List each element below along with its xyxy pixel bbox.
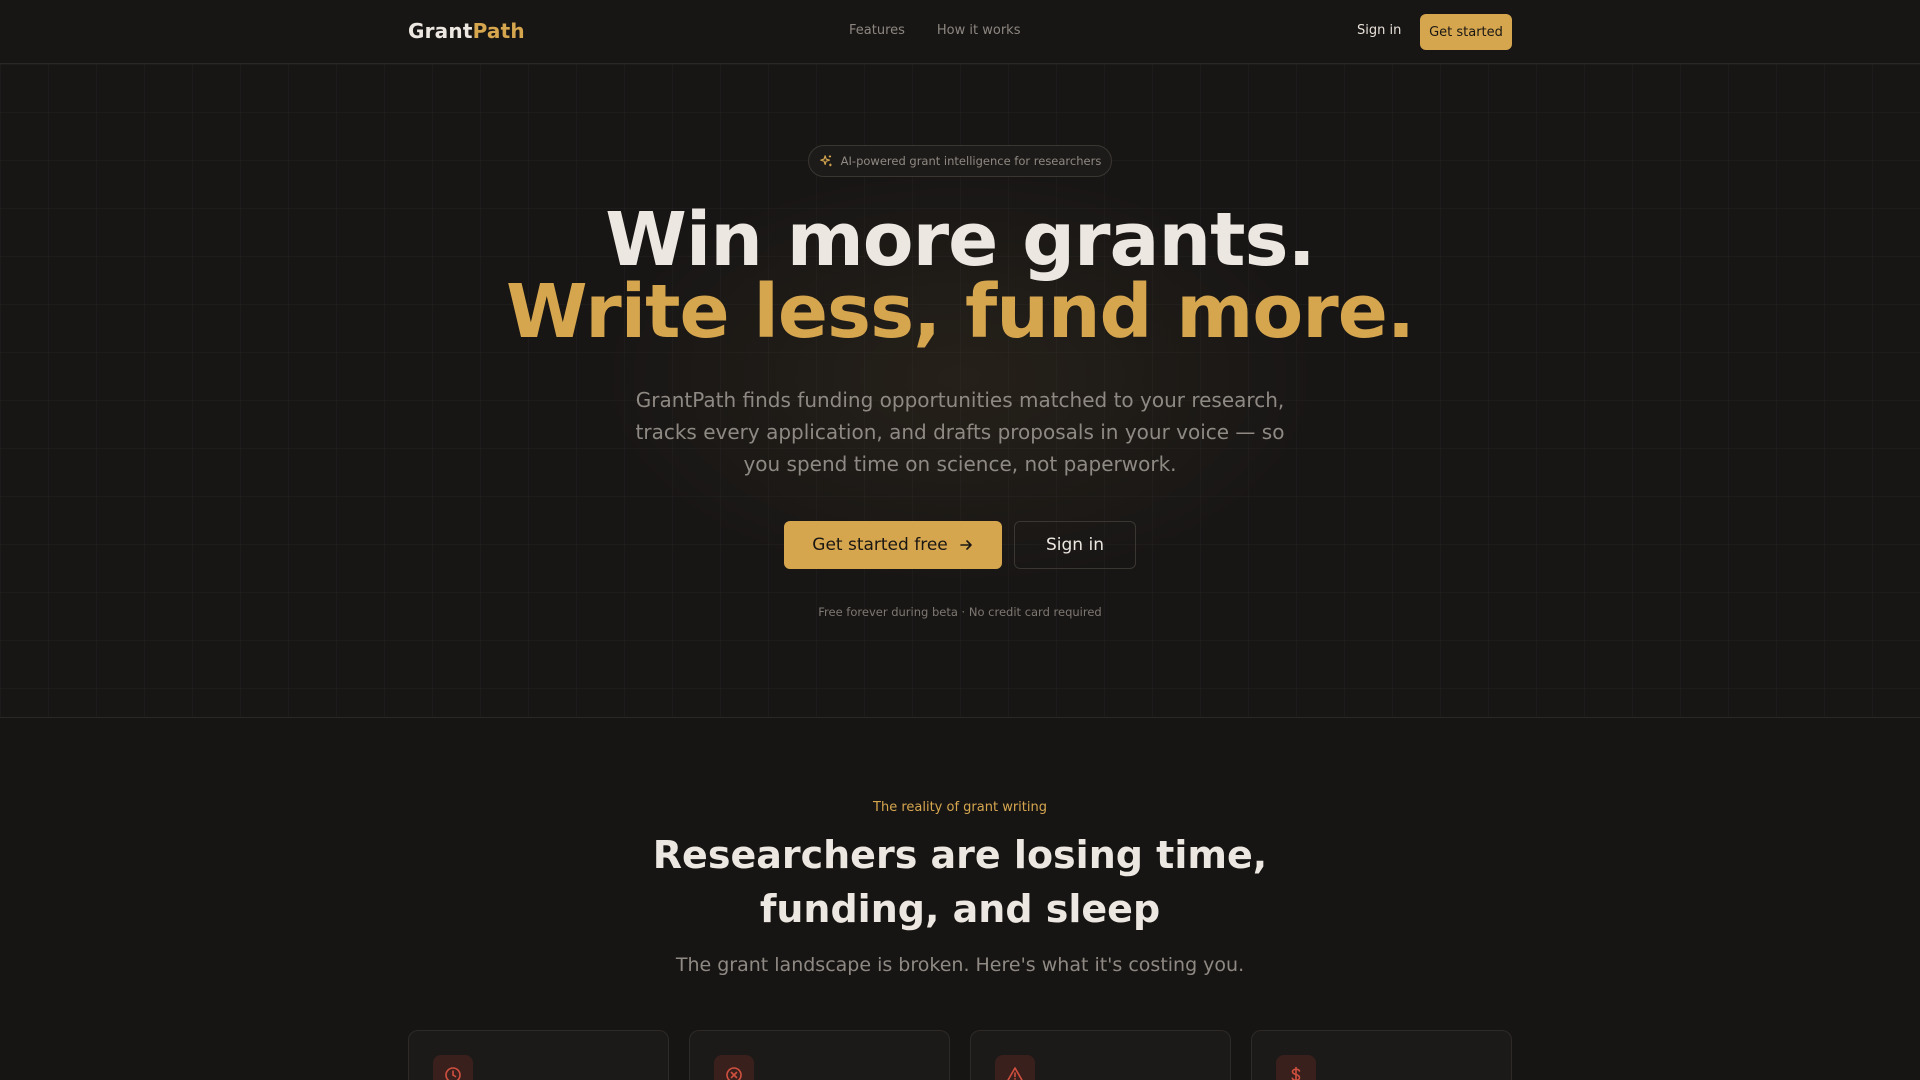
nav-sign-in-link[interactable]: Sign in	[1357, 23, 1401, 38]
warning-triangle-icon	[1007, 1067, 1023, 1080]
get-started-free-label: Get started free	[812, 535, 948, 555]
logo-text-accent: Path	[472, 19, 525, 43]
sparkle-icon	[819, 155, 832, 167]
nav-link-how-it-works[interactable]: How it works	[937, 23, 1021, 38]
hero-headline-line2: Write less, fund more.	[505, 269, 1415, 355]
hero-buttons: Get started free Sign in	[784, 521, 1136, 569]
hero-badge-text: AI-powered grant intelligence for resear…	[840, 154, 1102, 168]
nav-link-features[interactable]: Features	[849, 23, 905, 38]
reality-title: Researchers are losing time, funding, an…	[652, 833, 1268, 931]
hero-headline: Win more grants. Write less, fund more.	[0, 197, 1920, 355]
pain-card-time	[408, 1030, 669, 1080]
pain-card-warning	[970, 1030, 1231, 1080]
logo[interactable]: GrantPath	[408, 19, 525, 43]
reality-section: The reality of grant writing Researchers…	[0, 718, 1920, 1080]
pain-card-funding	[1251, 1030, 1512, 1080]
hero-subtext: GrantPath finds funding opportunities ma…	[635, 388, 1285, 476]
reality-eyebrow: The reality of grant writing	[873, 800, 1047, 815]
clock-icon	[445, 1067, 461, 1080]
pain-card-icon-box	[433, 1055, 473, 1080]
arrow-right-icon	[959, 540, 972, 550]
pain-card-icon-box	[995, 1055, 1035, 1080]
nav-links: Features How it works	[849, 23, 1020, 38]
hero-badge: AI-powered grant intelligence for resear…	[808, 145, 1112, 177]
dollar-icon	[1291, 1066, 1301, 1080]
hero-section: AI-powered grant intelligence for resear…	[0, 64, 1920, 718]
pain-card-rejection	[689, 1030, 950, 1080]
reality-subtitle: The grant landscape is broken. Here's wh…	[675, 954, 1245, 976]
x-circle-icon	[726, 1067, 742, 1080]
get-started-free-button[interactable]: Get started free	[784, 521, 1002, 569]
pain-card-icon-box	[714, 1055, 754, 1080]
nav-get-started-button[interactable]: Get started	[1420, 14, 1512, 50]
hero-fineprint: Free forever during beta · No credit car…	[818, 605, 1102, 619]
hero-sign-in-button[interactable]: Sign in	[1014, 521, 1136, 569]
pain-point-cards	[408, 1030, 1512, 1080]
top-nav: GrantPath Features How it works Sign in …	[0, 0, 1920, 64]
logo-text-primary: Grant	[408, 19, 473, 43]
hero-headline-line1: Win more grants.	[605, 197, 1315, 283]
pain-card-icon-box	[1276, 1055, 1316, 1080]
